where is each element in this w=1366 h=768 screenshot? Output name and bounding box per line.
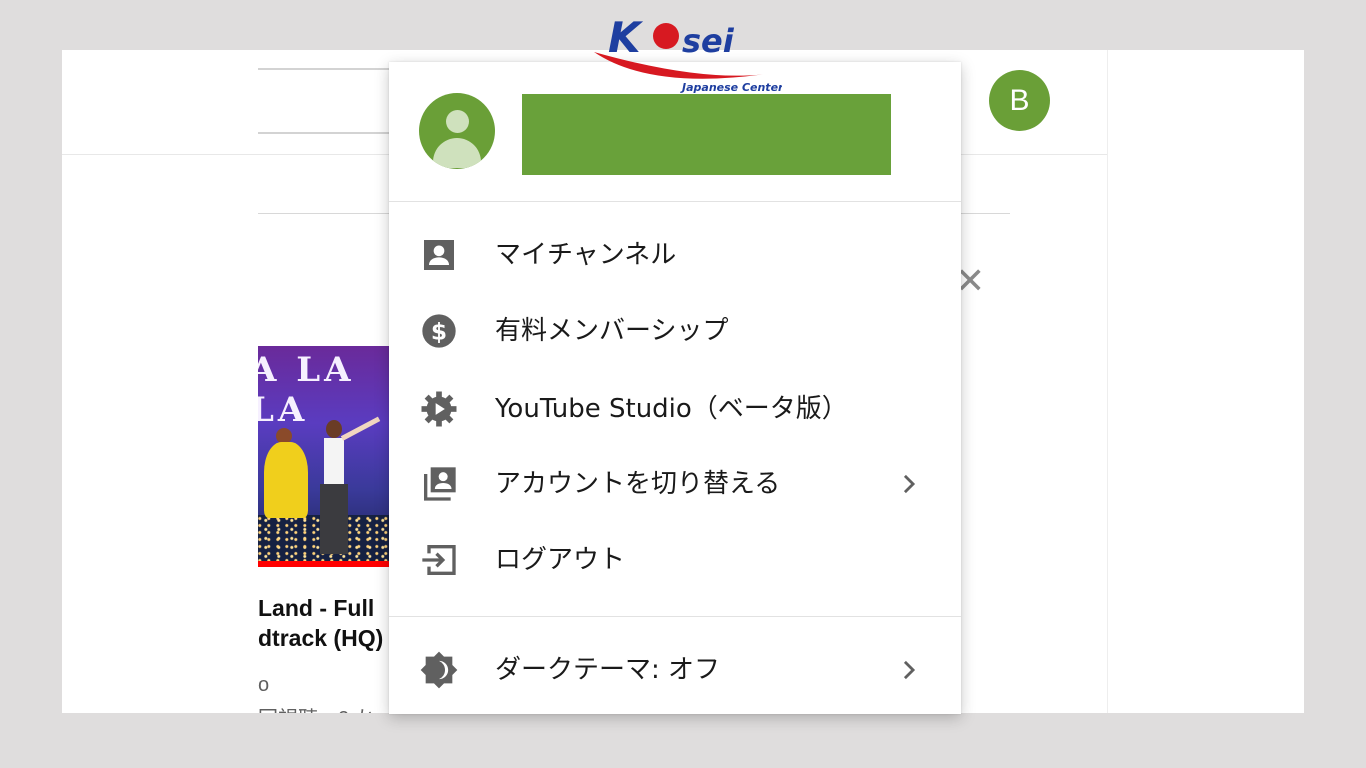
dancer-man-head [326,420,342,438]
logout-icon [422,545,456,575]
menu-avatar [419,93,495,169]
svg-text:Japanese Center: Japanese Center [680,81,782,94]
dancer-man-legs [320,484,348,554]
svg-text:$: $ [431,317,447,345]
menu-divider [389,201,961,202]
chevron-right-icon [903,474,916,494]
menu-item-label: ダークテーマ: オフ [495,655,721,685]
menu-item-label: ログアウト [495,545,626,575]
account-avatar-button[interactable]: B [989,70,1050,131]
video-stats: 回視聴・2 か [258,702,375,713]
avatar-head-shape [446,110,469,133]
thumbnail-title-text: A LA LA [258,350,355,430]
menu-item-label: アカウントを切り替える [495,469,781,499]
menu-item-youtube-studio[interactable]: YouTube Studio（ベータ版） [389,377,961,441]
svg-text:K: K [608,13,644,62]
account-menu: マイチャンネル $ 有料メンバーシップ YouTube Studio（ベータ版） [389,62,961,714]
menu-item-label: 有料メンバーシップ [495,316,729,346]
account-name-redacted [522,94,891,175]
chevron-right-icon [903,660,916,680]
video-thumbnail[interactable]: A LA LA [258,346,390,567]
menu-item-paid-memberships[interactable]: $ 有料メンバーシップ [389,299,961,363]
menu-item-dark-theme[interactable]: ダークテーマ: オフ [389,638,961,702]
menu-item-my-channel[interactable]: マイチャンネル [389,223,961,287]
menu-item-logout[interactable]: ログアウト [389,528,961,592]
dancer-woman [264,442,308,518]
svg-text:sei: sei [682,22,735,60]
kosei-logo: K sei Japanese Center [594,13,782,94]
dancer-man [324,438,344,484]
menu-divider [389,616,961,617]
menu-item-label: YouTube Studio（ベータ版） [495,394,848,424]
gear-play-icon [421,391,457,427]
watch-progress-bar [258,561,390,567]
avatar-body-shape [433,138,481,168]
menu-item-switch-account[interactable]: アカウントを切り替える [389,452,961,516]
page-divider [1107,50,1108,713]
dark-theme-icon [420,651,458,689]
video-channel[interactable]: o [258,674,269,697]
person-icon [424,240,454,270]
switch-account-icon [424,467,456,501]
dollar-icon: $ [422,314,456,348]
menu-item-label: マイチャンネル [495,240,677,270]
